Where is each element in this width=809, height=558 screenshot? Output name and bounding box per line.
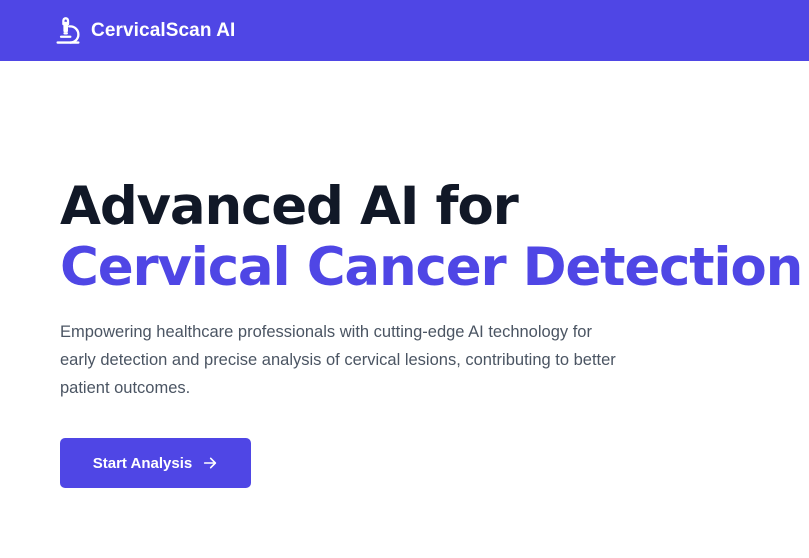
- top-navbar: CervicalScan AI: [0, 0, 809, 61]
- headline-line-1: Advanced AI for: [60, 176, 519, 237]
- brand-logo-link[interactable]: CervicalScan AI: [54, 16, 235, 46]
- brand-name: CervicalScan AI: [91, 19, 236, 41]
- microscope-icon: [54, 16, 82, 46]
- arrow-right-icon: [202, 455, 218, 471]
- hero-section: Advanced AI for Cervical Cancer Detectio…: [60, 176, 803, 488]
- hero-headline: Advanced AI for Cervical Cancer Detectio…: [60, 176, 803, 298]
- hero-description: Empowering healthcare professionals with…: [60, 323, 616, 397]
- start-analysis-label: Start Analysis: [92, 454, 193, 472]
- headline-line-2: Cervical Cancer Detection: [60, 237, 803, 298]
- start-analysis-button[interactable]: Start Analysis: [60, 438, 251, 488]
